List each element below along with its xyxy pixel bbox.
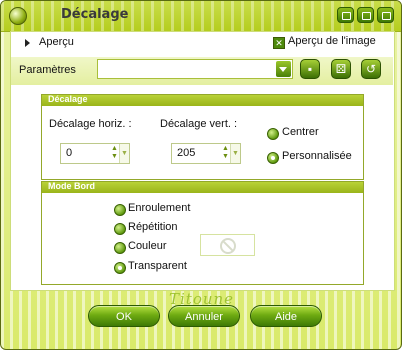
title-bar[interactable]: Décalage	[1, 1, 401, 32]
cancel-button[interactable]: Annuler	[168, 305, 240, 327]
radio-transparent[interactable]	[114, 262, 126, 274]
radio-wrap[interactable]	[114, 204, 126, 216]
settings-dropdown[interactable]	[97, 59, 293, 79]
preview-toggle[interactable]: Aperçu	[15, 33, 85, 52]
radio-wrap-label: Enroulement	[128, 202, 191, 214]
edge-mode-group: Mode Bord	[41, 181, 364, 285]
spin-arrows-icon[interactable]: ▲ ▼	[110, 145, 119, 162]
preview-checkbox[interactable]: ✕	[273, 37, 285, 49]
dialog-window: Décalage Aperçu ✕ Aperçu de l'image Para…	[0, 0, 402, 350]
save-settings-button[interactable]: ▪	[300, 59, 320, 79]
radio-color-label: Couleur	[128, 240, 167, 252]
edge-mode-group-header: Mode Bord	[42, 181, 363, 193]
offset-group-title: Décalage	[48, 94, 88, 104]
preview-label: Aperçu	[39, 36, 74, 48]
horiz-offset-label: Décalage horiz. :	[49, 118, 132, 130]
chevron-down-icon[interactable]	[276, 61, 291, 77]
radio-transparent-label: Transparent	[128, 260, 187, 272]
no-entry-icon	[220, 238, 236, 254]
dice-icon: ⚄	[335, 62, 347, 76]
randomize-button[interactable]: ⚄	[331, 59, 351, 79]
radio-center[interactable]	[267, 128, 279, 140]
edge-mode-group-title: Mode Bord	[48, 181, 95, 191]
offset-group-header: Décalage	[42, 94, 363, 106]
spin-arrows-icon[interactable]: ▲ ▼	[221, 145, 230, 162]
preview-checkbox-label: Aperçu de l'image	[288, 35, 376, 47]
horiz-offset-spinner[interactable]: 0 ▲ ▼ ▼	[60, 143, 130, 164]
vert-offset-spinner[interactable]: 205 ▲ ▼ ▼	[171, 143, 241, 164]
close-button[interactable]	[377, 7, 394, 23]
vert-offset-value[interactable]: 205	[177, 147, 195, 159]
radio-custom[interactable]	[267, 152, 279, 164]
horiz-offset-value[interactable]: 0	[66, 147, 72, 159]
radio-custom-label: Personnalisée	[282, 150, 352, 162]
radio-repeat[interactable]	[114, 223, 126, 235]
vert-offset-label: Décalage vert. :	[160, 118, 238, 130]
radio-color[interactable]	[114, 242, 126, 254]
color-swatch[interactable]	[200, 234, 255, 256]
radio-repeat-label: Répétition	[128, 221, 178, 233]
window-title: Décalage	[61, 7, 129, 22]
app-icon	[9, 7, 27, 25]
chevron-down-icon[interactable]: ▼	[119, 144, 129, 163]
maximize-button[interactable]	[357, 7, 374, 23]
reset-icon: ↺	[365, 62, 377, 76]
help-button[interactable]: Aide	[250, 305, 322, 327]
radio-center-label: Centrer	[282, 126, 319, 138]
expand-arrow-icon	[25, 39, 30, 47]
ok-button[interactable]: OK	[88, 305, 160, 327]
chevron-down-icon[interactable]: ▼	[230, 144, 240, 163]
save-icon: ▪	[307, 62, 313, 76]
settings-label: Paramètres	[19, 64, 76, 76]
minimize-button[interactable]	[337, 7, 354, 23]
reset-settings-button[interactable]: ↺	[361, 59, 381, 79]
